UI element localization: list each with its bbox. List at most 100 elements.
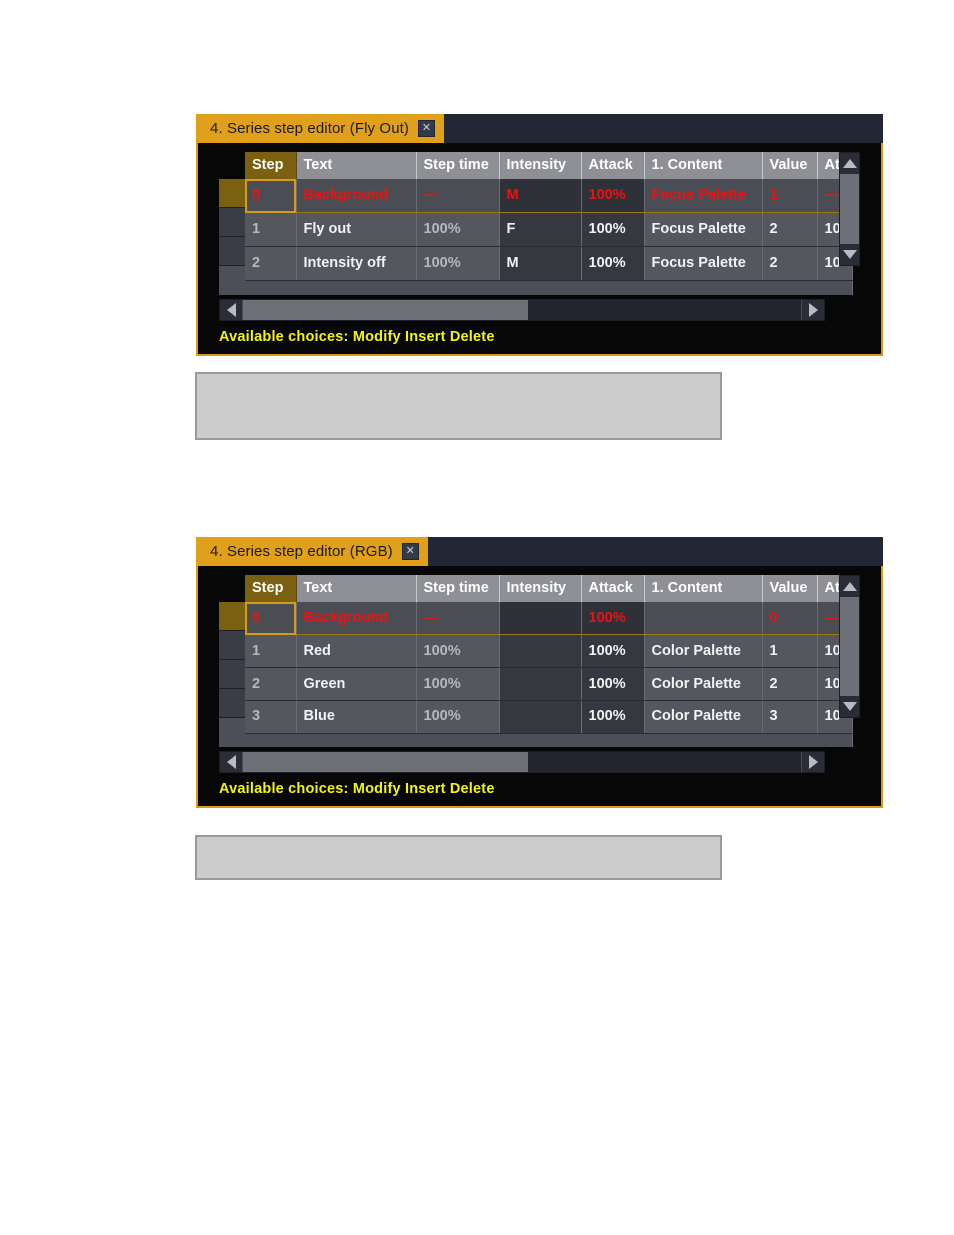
- cell-step[interactable]: 0: [245, 179, 297, 214]
- cell-step-time[interactable]: ---: [416, 179, 500, 214]
- cell-intensity[interactable]: [499, 602, 582, 636]
- cell-step[interactable]: 1: [245, 212, 297, 248]
- scroll-right-icon[interactable]: [801, 752, 824, 772]
- column-header-text[interactable]: Text: [296, 152, 417, 179]
- scroll-left-icon[interactable]: [220, 300, 243, 320]
- horizontal-scrollbar[interactable]: [219, 299, 825, 321]
- cell-text[interactable]: Background: [296, 179, 417, 214]
- window-tab[interactable]: 4. Series step editor (Fly Out) ✕: [196, 114, 445, 143]
- row-selector[interactable]: [219, 179, 245, 208]
- column-header-attack[interactable]: Attack: [581, 575, 645, 602]
- cell-step-time[interactable]: 100%: [416, 212, 500, 248]
- column-header-step[interactable]: Step: [245, 575, 297, 602]
- cell-value[interactable]: 1: [762, 179, 818, 214]
- column-header-intensity[interactable]: Intensity: [499, 575, 582, 602]
- cell-content[interactable]: Color Palette: [644, 667, 763, 702]
- cell-content[interactable]: Focus Palette: [644, 212, 763, 248]
- cell-text[interactable]: Red: [296, 634, 417, 669]
- horizontal-scroll-thumb[interactable]: [243, 752, 528, 772]
- cell-text[interactable]: Blue: [296, 700, 417, 734]
- cell-intensity[interactable]: M: [499, 179, 582, 214]
- column-header-attack[interactable]: Attack: [581, 152, 645, 179]
- cell-step-time[interactable]: ---: [416, 602, 500, 636]
- cell-content[interactable]: [644, 602, 763, 636]
- cell-content[interactable]: Color Palette: [644, 700, 763, 734]
- row-selector[interactable]: [219, 208, 245, 237]
- cell-step[interactable]: 2: [245, 667, 297, 702]
- cell-value[interactable]: 3: [762, 700, 818, 734]
- cell-attack[interactable]: 100%: [581, 667, 645, 702]
- cell-intensity[interactable]: [499, 700, 582, 734]
- cell-attack[interactable]: 100%: [581, 602, 645, 636]
- cell-attack[interactable]: 100%: [581, 700, 645, 734]
- column-header-step[interactable]: Step: [245, 152, 297, 179]
- cell-value[interactable]: 2: [762, 667, 818, 702]
- scroll-left-icon[interactable]: [220, 752, 243, 772]
- horizontal-scroll-track[interactable]: [243, 752, 801, 772]
- cell-intensity[interactable]: [499, 667, 582, 702]
- table-row[interactable]: 2 Green 100% 100% Color Palette 2 10: [245, 667, 853, 702]
- cell-step-time[interactable]: 100%: [416, 700, 500, 734]
- table-row[interactable]: 3 Blue 100% 100% Color Palette 3 10: [245, 700, 853, 734]
- cell-step-time[interactable]: 100%: [416, 667, 500, 702]
- cell-attack[interactable]: 100%: [581, 212, 645, 248]
- scroll-right-icon[interactable]: [801, 300, 824, 320]
- cell-content[interactable]: Focus Palette: [644, 179, 763, 214]
- cell-text[interactable]: Background: [296, 602, 417, 636]
- cell-content[interactable]: Focus Palette: [644, 246, 763, 282]
- step-table: Step Text Step time Intensity Attack 1. …: [245, 575, 853, 747]
- cell-intensity[interactable]: M: [499, 246, 582, 282]
- cell-step[interactable]: 2: [245, 246, 297, 282]
- cell-step[interactable]: 3: [245, 700, 297, 734]
- cell-attack[interactable]: 100%: [581, 634, 645, 669]
- column-header-text[interactable]: Text: [296, 575, 417, 602]
- cell-text[interactable]: Intensity off: [296, 246, 417, 282]
- cell-text[interactable]: Green: [296, 667, 417, 702]
- column-header-step-time[interactable]: Step time: [416, 152, 500, 179]
- scroll-down-icon[interactable]: [840, 696, 859, 717]
- row-selector[interactable]: [219, 237, 245, 266]
- cell-attack[interactable]: 100%: [581, 246, 645, 282]
- series-step-editor-window-rgb[interactable]: 4. Series step editor (RGB) ✕ Step Text …: [196, 537, 883, 808]
- cell-intensity[interactable]: [499, 634, 582, 669]
- row-selector[interactable]: [219, 602, 245, 631]
- scroll-down-icon[interactable]: [840, 244, 859, 265]
- cell-intensity[interactable]: F: [499, 212, 582, 248]
- column-header-content[interactable]: 1. Content: [644, 152, 763, 179]
- row-selector[interactable]: [219, 660, 245, 689]
- column-header-value[interactable]: Value: [762, 152, 818, 179]
- cell-step-time[interactable]: 100%: [416, 246, 500, 282]
- close-icon[interactable]: ✕: [401, 543, 419, 560]
- scroll-up-icon[interactable]: [840, 153, 859, 174]
- table-row[interactable]: 0 Background --- M 100% Focus Palette 1 …: [245, 179, 853, 214]
- column-header-intensity[interactable]: Intensity: [499, 152, 582, 179]
- table-row[interactable]: 2 Intensity off 100% M 100% Focus Palett…: [245, 246, 853, 282]
- column-header-content[interactable]: 1. Content: [644, 575, 763, 602]
- column-header-step-time[interactable]: Step time: [416, 575, 500, 602]
- horizontal-scroll-track[interactable]: [243, 300, 801, 320]
- cell-value[interactable]: 0: [762, 602, 818, 636]
- cell-attack[interactable]: 100%: [581, 179, 645, 214]
- scroll-up-icon[interactable]: [840, 576, 859, 597]
- row-selector[interactable]: [219, 631, 245, 660]
- close-icon[interactable]: ✕: [418, 120, 436, 137]
- row-selector[interactable]: [219, 689, 245, 718]
- cell-value[interactable]: 2: [762, 212, 818, 248]
- cell-step[interactable]: 0: [245, 602, 297, 636]
- horizontal-scroll-thumb[interactable]: [243, 300, 528, 320]
- cell-step[interactable]: 1: [245, 634, 297, 669]
- cell-step-time[interactable]: 100%: [416, 634, 500, 669]
- column-header-value[interactable]: Value: [762, 575, 818, 602]
- series-step-editor-window-flyout[interactable]: 4. Series step editor (Fly Out) ✕ Step T…: [196, 114, 883, 356]
- vertical-scrollbar[interactable]: [839, 575, 860, 718]
- vertical-scrollbar[interactable]: [839, 152, 860, 266]
- cell-value[interactable]: 1: [762, 634, 818, 669]
- table-row[interactable]: 1 Red 100% 100% Color Palette 1 10: [245, 634, 853, 669]
- horizontal-scrollbar[interactable]: [219, 751, 825, 773]
- cell-value[interactable]: 2: [762, 246, 818, 282]
- cell-text[interactable]: Fly out: [296, 212, 417, 248]
- table-row[interactable]: 0 Background --- 100% 0 ---: [245, 602, 853, 636]
- table-row[interactable]: 1 Fly out 100% F 100% Focus Palette 2 10: [245, 212, 853, 248]
- window-tab[interactable]: 4. Series step editor (RGB) ✕: [196, 537, 428, 566]
- cell-content[interactable]: Color Palette: [644, 634, 763, 669]
